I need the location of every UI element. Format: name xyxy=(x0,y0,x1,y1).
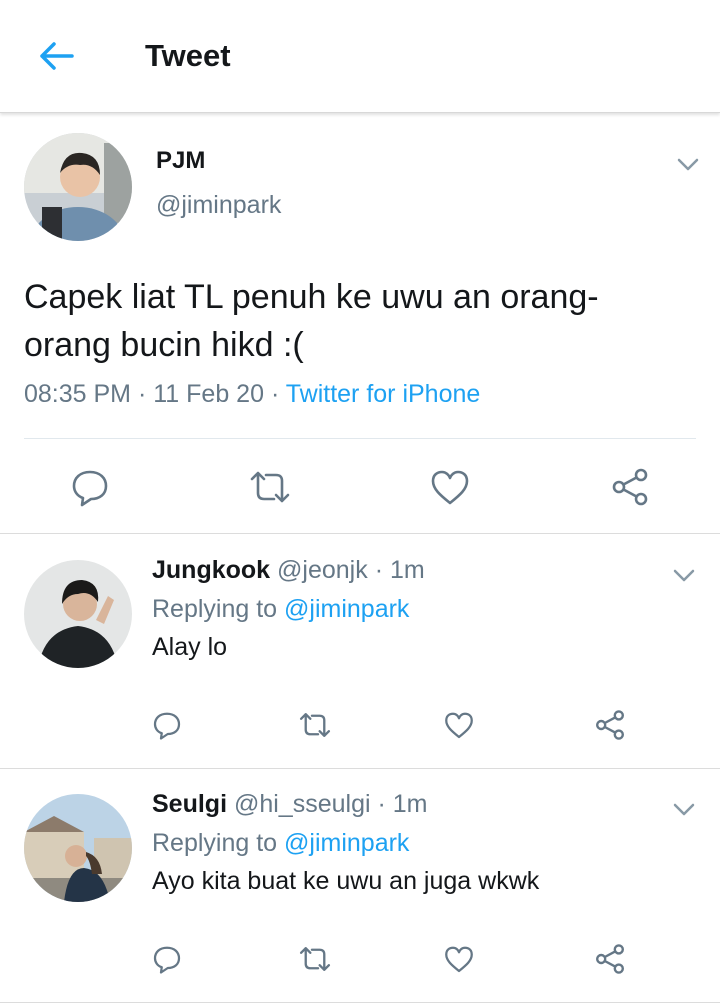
avatar-image xyxy=(24,133,132,241)
tweet-time: 08:35 PM xyxy=(24,380,132,408)
chevron-down-icon xyxy=(673,803,695,816)
reply-icon xyxy=(72,470,108,507)
tweet-text: Capek liat TL penuh ke uwu an orang-oran… xyxy=(24,278,599,364)
tweet-source-link[interactable]: Twitter for iPhone xyxy=(286,380,481,408)
reply-icon xyxy=(153,946,181,974)
reply-text: Ayo kita buat ke uwu an juga wkwk xyxy=(152,867,540,895)
like-icon xyxy=(431,470,469,505)
like-icon xyxy=(445,712,473,739)
retweet-icon xyxy=(250,471,290,503)
retweet-button[interactable] xyxy=(248,465,292,509)
main-tweet: PJM @jiminpark Capek liat TL penuh ke uw… xyxy=(0,113,720,533)
meta-separator: · xyxy=(270,380,280,408)
like-icon xyxy=(445,946,473,973)
author-handle[interactable]: @hi_sseulgi xyxy=(234,790,371,818)
like-button[interactable] xyxy=(442,708,476,742)
divider xyxy=(0,1002,720,1003)
chevron-down-icon xyxy=(677,158,699,171)
author-name[interactable]: Jungkook xyxy=(152,556,270,584)
avatar-image xyxy=(24,560,132,668)
tweet-meta: 08:35 PM · 11 Feb 20 · Twitter for iPhon… xyxy=(24,380,480,409)
reply-header: Seulgi @hi_sseulgi · 1m xyxy=(152,790,428,819)
reply-button[interactable] xyxy=(150,942,184,976)
avatar[interactable] xyxy=(24,560,132,668)
mention-link[interactable]: @jiminpark xyxy=(284,829,409,857)
reply-time: 1m xyxy=(392,790,428,818)
share-button[interactable] xyxy=(593,942,627,976)
reply-icon xyxy=(153,712,181,740)
like-button[interactable] xyxy=(428,465,472,509)
retweet-icon xyxy=(299,947,331,971)
meta-separator: · xyxy=(377,790,386,818)
page-title: Tweet xyxy=(145,38,231,73)
reply-header: Jungkook @jeonjk · 1m xyxy=(152,556,425,585)
back-button[interactable] xyxy=(28,34,84,78)
chevron-down-icon xyxy=(673,569,695,582)
share-icon xyxy=(612,468,648,506)
replying-to: Replying to @jiminpark xyxy=(152,829,409,858)
avatar[interactable] xyxy=(24,133,132,241)
share-icon xyxy=(596,944,624,974)
author-handle[interactable]: @jiminpark xyxy=(156,191,281,220)
replying-to: Replying to @jiminpark xyxy=(152,595,409,624)
share-icon xyxy=(596,710,624,740)
meta-separator: · xyxy=(137,380,147,408)
tweet-menu-button[interactable] xyxy=(672,153,704,177)
avatar[interactable] xyxy=(24,794,132,902)
reply-button[interactable] xyxy=(68,465,112,509)
author-name[interactable]: PJM xyxy=(156,147,205,175)
reply-text: Alay lo xyxy=(152,633,228,661)
tweet-menu-button[interactable] xyxy=(668,798,700,822)
tweet-menu-button[interactable] xyxy=(668,564,700,588)
author-name[interactable]: Seulgi xyxy=(152,790,227,818)
retweet-button[interactable] xyxy=(298,708,332,742)
reply-button[interactable] xyxy=(150,708,184,742)
replying-prefix: Replying to xyxy=(152,595,278,623)
top-app-bar: Tweet xyxy=(0,0,720,113)
avatar-image xyxy=(24,794,132,902)
author-handle[interactable]: @jeonjk xyxy=(277,556,368,584)
reply-tweet: Seulgi @hi_sseulgi · 1m Replying to @jim… xyxy=(0,768,720,1002)
share-button[interactable] xyxy=(608,465,652,509)
mention-link[interactable]: @jiminpark xyxy=(284,595,409,623)
replying-prefix: Replying to xyxy=(152,829,278,857)
arrow-left-icon xyxy=(40,42,74,70)
reply-tweet: Jungkook @jeonjk · 1m Replying to @jimin… xyxy=(0,534,720,768)
tweet-date: 11 Feb 20 xyxy=(153,380,264,408)
divider xyxy=(24,438,696,439)
retweet-button[interactable] xyxy=(298,942,332,976)
retweet-icon xyxy=(299,713,331,737)
share-button[interactable] xyxy=(593,708,627,742)
meta-separator: · xyxy=(374,556,384,584)
like-button[interactable] xyxy=(442,942,476,976)
reply-time: 1m xyxy=(389,556,425,584)
